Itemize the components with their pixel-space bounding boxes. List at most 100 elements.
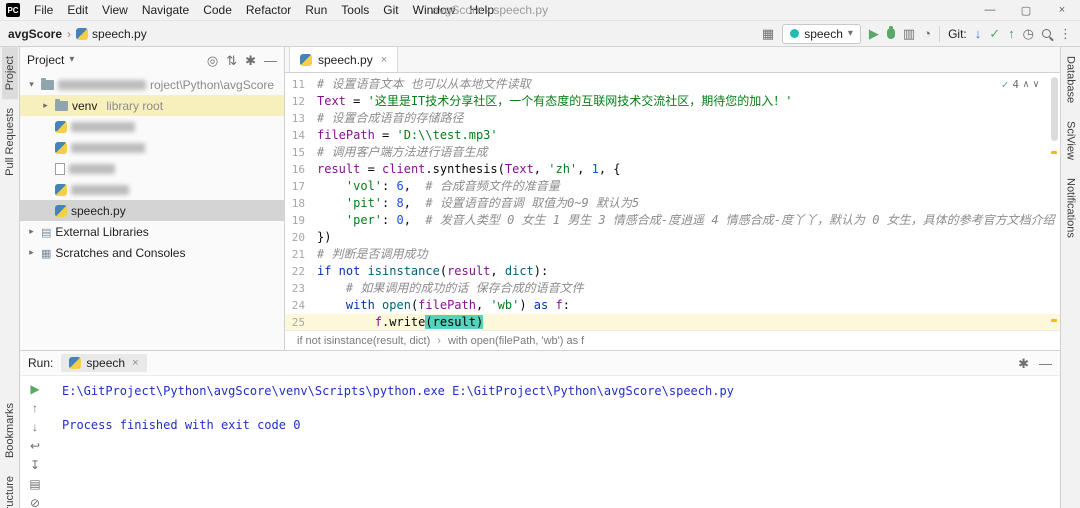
code-text: filePath = 'D:\\test.mp3' — [317, 127, 1060, 144]
run-button[interactable]: ▶ — [869, 27, 879, 40]
tree-item[interactable] — [20, 137, 284, 158]
chevron-right-icon[interactable]: ▸ — [40, 100, 51, 111]
code-line[interactable]: 23 # 如果调用的成功的话 保存合成的语音文件 — [285, 280, 1060, 297]
tree-item[interactable] — [20, 158, 284, 179]
menu-item-view[interactable]: View — [95, 2, 135, 18]
code-line[interactable]: 17 'vol': 6, # 合成音频文件的准音量 — [285, 178, 1060, 195]
expand-collapse-icon[interactable]: ⇅ — [226, 54, 237, 67]
layout-widget-icon[interactable]: ▦ — [762, 27, 774, 40]
menu-item-code[interactable]: Code — [196, 2, 239, 18]
code-line[interactable]: 15 # 调用客户端方法进行语音生成 — [285, 144, 1060, 161]
profiler-button[interactable]: ◔ — [923, 27, 931, 40]
menu-item-edit[interactable]: Edit — [60, 2, 95, 18]
breadcrumb-item[interactable]: if not isinstance(result, dict) — [297, 335, 430, 347]
chevron-down-icon[interactable]: ▾ — [69, 55, 74, 65]
menu-item-refactor[interactable]: Refactor — [239, 2, 298, 18]
menu-item-run[interactable]: Run — [298, 2, 334, 18]
editor-code[interactable]: ✓ 4 ∧ ∨ 11 # 设置语音文本 也可以从本地文件读取 12 Text = '这… — [285, 73, 1060, 330]
code-line[interactable]: 12 Text = '这里是IT技术分享社区，一个有态度的互联网技术交流社区，期待… — [285, 93, 1060, 110]
tree-item[interactable]: speech.py — [20, 200, 284, 221]
settings-icon[interactable]: ✱ — [1018, 357, 1029, 370]
menu-item-git[interactable]: Git — [376, 2, 405, 18]
editor-tab-speech[interactable]: speech.py × — [289, 47, 399, 72]
editor-tab-label: speech.py — [318, 52, 373, 67]
tool-stripe-tab-project[interactable]: Project — [1, 47, 18, 100]
prev-problem-icon[interactable]: ∧ — [1023, 79, 1029, 90]
tool-stripe-tab-sciview[interactable]: SciView — [1063, 112, 1079, 169]
tree-item[interactable]: ▾ roject\Python\avgScore — [20, 74, 284, 95]
code-line[interactable]: 20}) — [285, 229, 1060, 246]
print-icon[interactable]: ▤ — [29, 478, 40, 490]
code-line[interactable]: 13 # 设置合成语音的存储路径 — [285, 110, 1060, 127]
code-token: client — [382, 162, 426, 176]
history-button[interactable]: ◷ — [1023, 27, 1034, 40]
tree-item[interactable]: ▸ venv library root — [20, 95, 284, 116]
code-line[interactable]: 11 # 设置语音文本 也可以从本地文件读取 — [285, 76, 1060, 93]
run-tab-close-icon[interactable]: × — [132, 357, 138, 369]
breadcrumb-file[interactable]: speech.py — [76, 27, 147, 41]
up-stack-icon[interactable]: ↑ — [32, 402, 38, 414]
scroll-to-end-icon[interactable]: ↧ — [30, 459, 40, 471]
run-configuration-select[interactable]: speech ▾ — [782, 23, 861, 44]
tree-item-suffix: library root — [106, 98, 164, 113]
settings-icon[interactable]: ✱ — [245, 54, 256, 67]
git-commit-button[interactable]: ✓ — [989, 27, 1000, 40]
tool-stripe-tab-database[interactable]: Database — [1063, 47, 1079, 112]
run-panel-title: Run: — [28, 356, 54, 370]
editor-breadcrumbs: if not isinstance(result, dict) › with ope… — [285, 330, 1060, 350]
run-tab-speech[interactable]: speech × — [61, 354, 147, 372]
chevron-right-icon[interactable]: ▸ — [26, 247, 37, 258]
chevron-down-icon[interactable]: ▾ — [26, 79, 37, 90]
maximize-button[interactable]: ▢ — [1008, 0, 1044, 20]
tab-close-icon[interactable]: × — [381, 54, 387, 66]
more-options-icon[interactable]: ⋮ — [1059, 27, 1072, 40]
close-button[interactable]: × — [1044, 0, 1080, 20]
down-stack-icon[interactable]: ↓ — [32, 421, 38, 433]
warning-stripe-mark[interactable] — [1051, 319, 1057, 322]
editor-scrollbar[interactable] — [1051, 77, 1058, 141]
inspections-widget[interactable]: ✓ 4 ∧ ∨ — [998, 77, 1042, 92]
code-line[interactable]: 19 'per': 0, # 发音人类型 0 女生 1 男生 3 情感合成-度逍… — [285, 212, 1060, 229]
code-line[interactable]: 25 f.write(result) — [285, 314, 1060, 330]
hide-panel-icon[interactable]: — — [264, 54, 277, 67]
menu-item-navigate[interactable]: Navigate — [135, 2, 196, 18]
code-line[interactable]: 16 result = client.synthesis(Text, 'zh', … — [285, 161, 1060, 178]
select-opened-file-icon[interactable]: ◎ — [207, 54, 218, 67]
tree-item[interactable]: ▸ External Libraries — [20, 221, 284, 242]
clear-all-icon[interactable]: ⊘ — [30, 497, 40, 508]
code-line[interactable]: 14 filePath = 'D:\\test.mp3' — [285, 127, 1060, 144]
git-push-button[interactable]: ↑ — [1008, 27, 1015, 40]
code-token: , — [533, 162, 549, 176]
tree-item[interactable]: ▸ Scratches and Consoles — [20, 242, 284, 263]
hide-panel-icon[interactable]: — — [1039, 357, 1052, 370]
menu-item-file[interactable]: File — [27, 2, 60, 18]
tool-stripe-tab-structure[interactable]: Structure — [2, 467, 18, 508]
code-token: Text — [317, 94, 346, 108]
soft-wrap-icon[interactable]: ↩ — [30, 440, 40, 452]
minimize-button[interactable]: — — [972, 0, 1008, 20]
debug-button[interactable] — [886, 26, 895, 39]
tree-item[interactable] — [20, 179, 284, 200]
tool-stripe-tab-notifications[interactable]: Notifications — [1063, 169, 1079, 247]
code-line[interactable]: 22 if not isinstance(result, dict): — [285, 263, 1060, 280]
code-line[interactable]: 21 # 判断是否调用成功 — [285, 246, 1060, 263]
warning-stripe-mark[interactable] — [1051, 151, 1057, 154]
git-update-button[interactable]: ↓ — [975, 27, 982, 40]
line-number: 23 — [291, 282, 305, 295]
tool-stripe-tab-pull-requests[interactable]: Pull Requests — [2, 99, 18, 185]
tree-item[interactable] — [20, 116, 284, 137]
next-problem-icon[interactable]: ∨ — [1033, 79, 1039, 90]
code-line[interactable]: 24 with open(filePath, 'wb') as f: — [285, 297, 1060, 314]
search-icon[interactable] — [1042, 29, 1051, 38]
menu-item-tools[interactable]: Tools — [334, 2, 376, 18]
project-panel-title[interactable]: Project — [27, 53, 64, 67]
code-line[interactable]: 18 'pit': 8, # 设置语音的音调 取值为0~9 默认为5 — [285, 195, 1060, 212]
breadcrumb-project[interactable]: avgScore — [8, 27, 62, 41]
coverage-button[interactable]: ▥ — [903, 27, 915, 40]
code-token: # 发音人类型 0 女生 1 男生 3 情感合成-度逍遥 4 情感合成-度丫丫，… — [425, 213, 1055, 227]
rerun-button[interactable]: ▶ — [30, 383, 39, 395]
chevron-right-icon[interactable]: ▸ — [26, 226, 37, 237]
breadcrumb-item[interactable]: with open(filePath, 'wb') as f — [448, 335, 584, 347]
console-output[interactable]: E:\GitProject\Python\avgScore\venv\Scrip… — [50, 376, 1060, 508]
tool-stripe-tab-bookmarks[interactable]: Bookmarks — [2, 394, 18, 467]
